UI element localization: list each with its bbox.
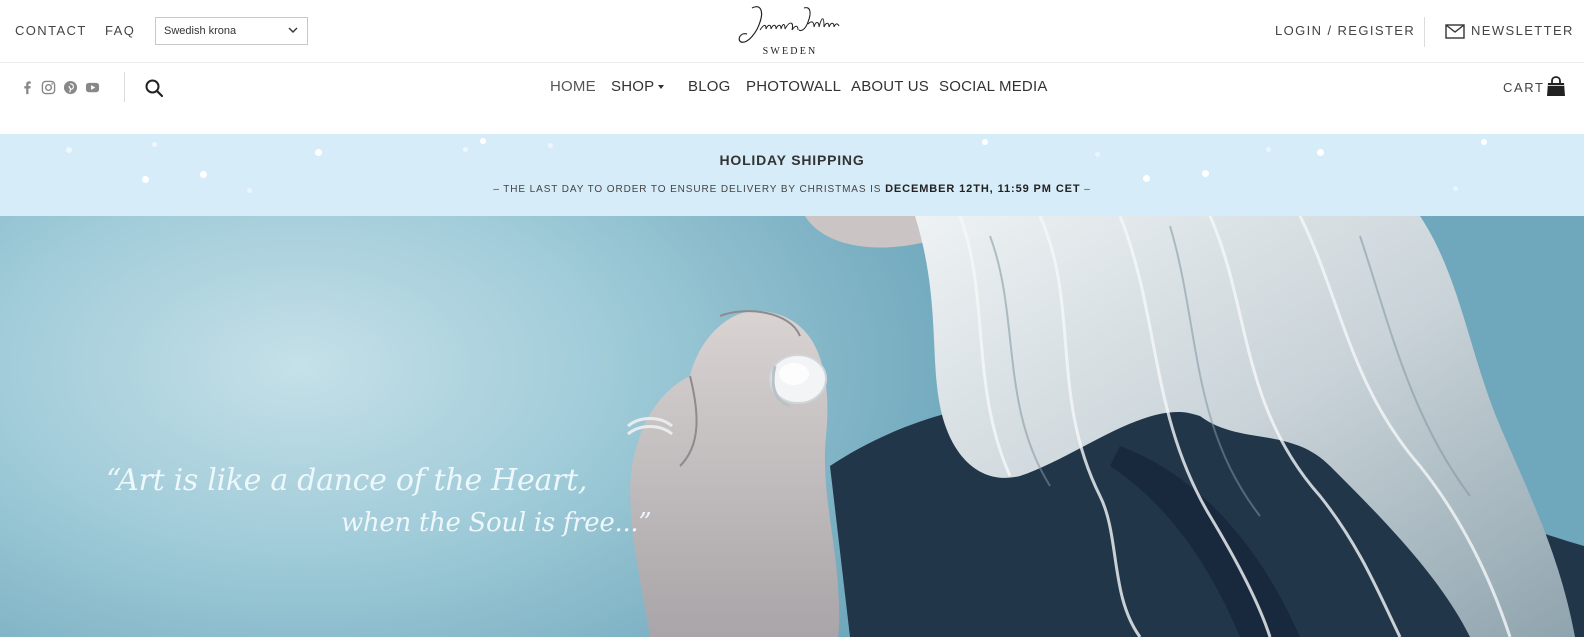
caret-down-icon bbox=[658, 85, 664, 89]
banner-message-prefix: – THE LAST DAY TO ORDER TO ENSURE DELIVE… bbox=[493, 184, 886, 195]
nav-home[interactable]: HOME bbox=[550, 78, 596, 95]
currency-select[interactable]: Swedish krona bbox=[155, 17, 308, 45]
nav-shop[interactable]: SHOP bbox=[611, 78, 654, 95]
hero-quote-line-1: “Art is like a dance of the Heart, bbox=[106, 463, 588, 498]
instagram-icon[interactable] bbox=[41, 80, 56, 95]
banner-title: HOLIDAY SHIPPING bbox=[719, 152, 865, 168]
faq-link[interactable]: FAQ bbox=[105, 23, 135, 38]
snowflake bbox=[142, 176, 149, 183]
envelope-icon[interactable] bbox=[1445, 24, 1465, 39]
hero-quote-line-2: when the Soul is free...” bbox=[341, 508, 652, 538]
snowflake bbox=[480, 138, 486, 144]
snowflake bbox=[548, 143, 553, 148]
snowflake bbox=[1202, 170, 1209, 177]
newsletter-link[interactable]: NEWSLETTER bbox=[1471, 23, 1574, 38]
login-register-link[interactable]: LOGIN / REGISTER bbox=[1275, 23, 1415, 38]
search-icon[interactable] bbox=[144, 78, 164, 98]
snowflake bbox=[1143, 175, 1150, 182]
nav-photowall[interactable]: PHOTOWALL bbox=[746, 78, 841, 95]
banner-message: – THE LAST DAY TO ORDER TO ENSURE DELIVE… bbox=[0, 183, 1584, 195]
shopping-bag-icon[interactable] bbox=[1545, 75, 1567, 97]
pinterest-icon[interactable] bbox=[63, 80, 78, 95]
cart-link[interactable]: CART bbox=[1503, 80, 1545, 95]
nav-social-media[interactable]: SOCIAL MEDIA bbox=[939, 78, 1048, 95]
contact-link[interactable]: CONTACT bbox=[15, 23, 87, 38]
nav-about-us[interactable]: ABOUT US bbox=[851, 78, 929, 95]
snowflake bbox=[982, 139, 988, 145]
snowflake bbox=[1481, 139, 1487, 145]
currency-select-value: Swedish krona bbox=[164, 25, 237, 37]
top-bar: CONTACT FAQ Swedish krona SWEDEN LOGIN /… bbox=[0, 0, 1584, 63]
divider bbox=[1424, 17, 1425, 47]
banner-deadline: DECEMBER 12TH, 11:59 PM CET bbox=[885, 183, 1081, 195]
snowflake bbox=[152, 142, 157, 147]
holiday-shipping-banner: HOLIDAY SHIPPING – THE LAST DAY TO ORDER… bbox=[0, 134, 1584, 216]
facebook-icon[interactable] bbox=[20, 80, 35, 95]
nav-blog[interactable]: BLOG bbox=[688, 78, 730, 95]
hero-photo bbox=[627, 216, 1584, 637]
banner-message-suffix: – bbox=[1080, 184, 1091, 195]
divider bbox=[124, 72, 125, 102]
hero-banner[interactable]: “Art is like a dance of the Heart, when … bbox=[0, 216, 1584, 637]
brand-logo[interactable]: SWEDEN bbox=[738, 2, 842, 60]
main-nav: HOME SHOP BLOG PHOTOWALL ABOUT US SOCIAL… bbox=[0, 64, 1584, 134]
signature-logo bbox=[738, 6, 840, 43]
snowflake bbox=[200, 171, 207, 178]
logo-subtitle: SWEDEN bbox=[762, 46, 818, 57]
youtube-icon[interactable] bbox=[85, 80, 100, 95]
chevron-down-icon bbox=[288, 27, 298, 33]
